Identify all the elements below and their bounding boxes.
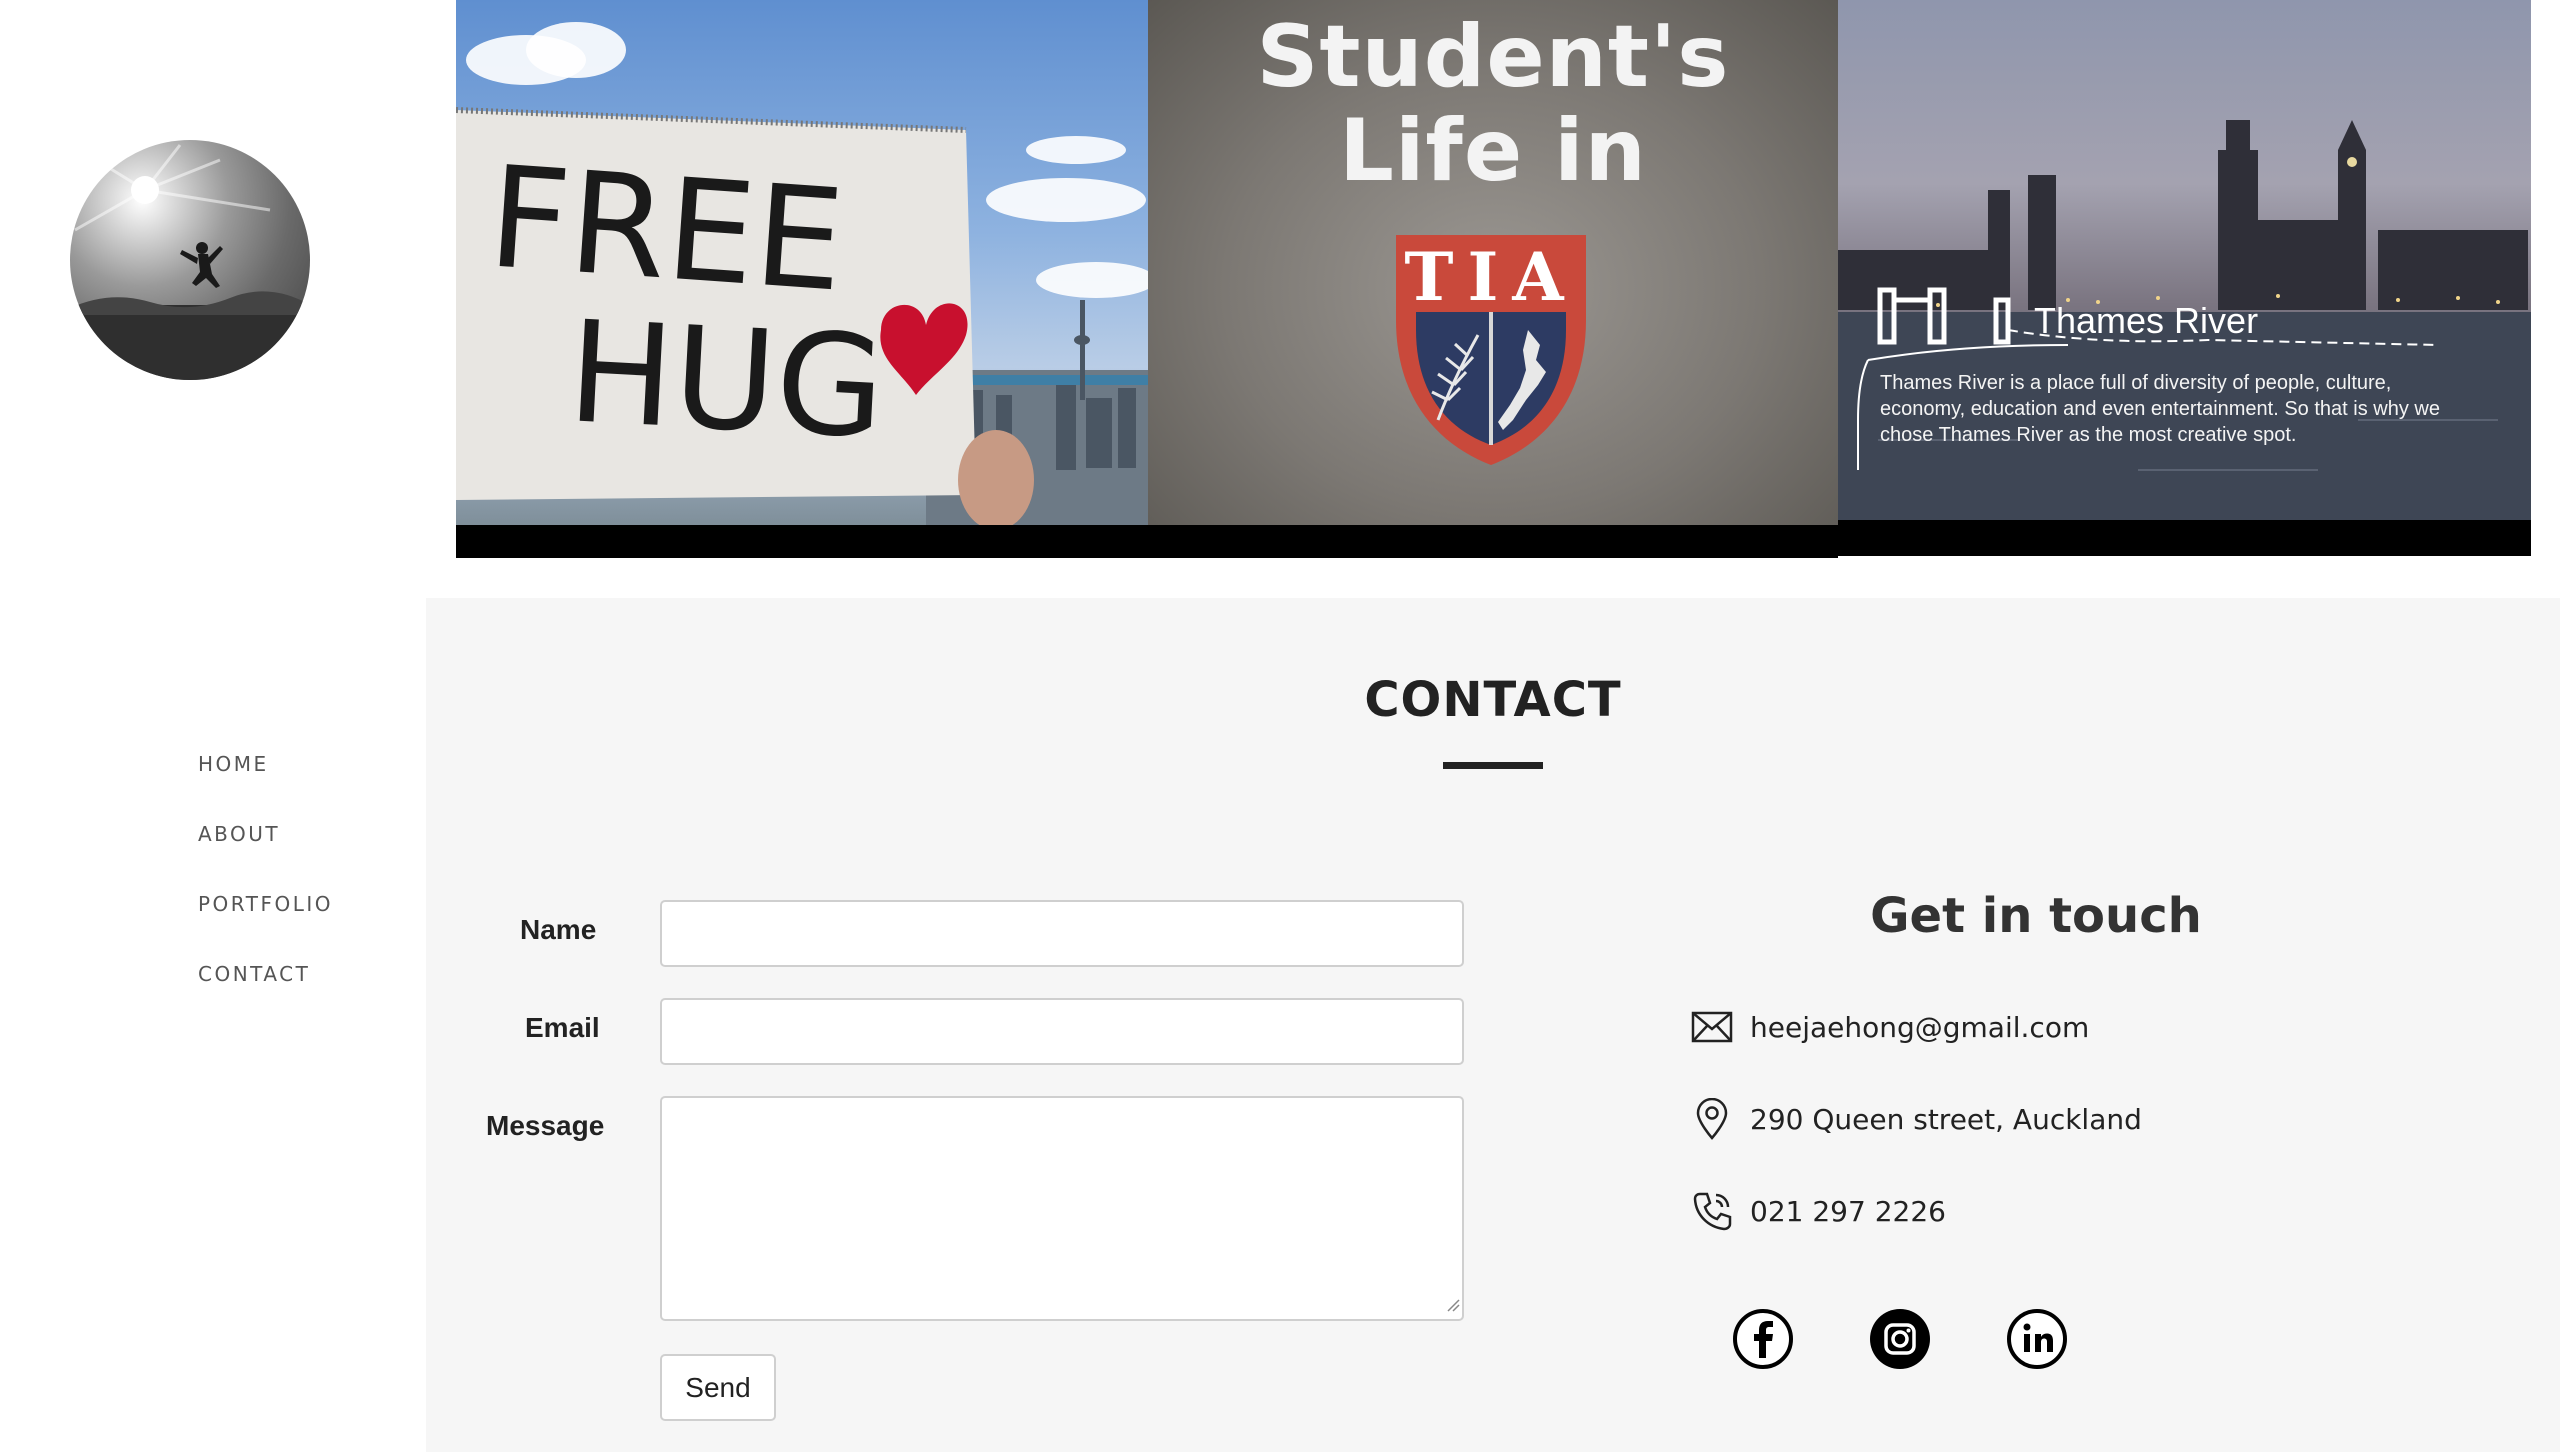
message-textarea[interactable]: [660, 1096, 1464, 1321]
portfolio-banner: FREE HUG Student's Life in TIA Thames Ri…: [456, 0, 2531, 558]
linkedin-icon[interactable]: [2006, 1308, 2068, 1370]
contact-phone-row: 021 297 2226: [1690, 1188, 1946, 1234]
facebook-icon[interactable]: [1732, 1308, 1794, 1370]
message-label: Message: [486, 1110, 605, 1141]
envelope-icon: [1690, 1005, 1734, 1049]
profile-avatar[interactable]: [70, 140, 310, 380]
contact-email[interactable]: heejaehong@gmail.com: [1750, 1011, 2089, 1044]
contact-email-row: heejaehong@gmail.com: [1690, 1004, 2089, 1050]
thames-river-title: Thames River: [2034, 300, 2259, 341]
contact-heading: CONTACT: [1364, 672, 1622, 728]
send-button[interactable]: Send: [660, 1354, 776, 1421]
nav-portfolio[interactable]: PORTFOLIO: [198, 892, 333, 916]
sidebar: HOME ABOUT PORTFOLIO CONTACT: [0, 0, 426, 1452]
heading-divider: [1443, 762, 1543, 769]
contact-section: CONTACT Name Email Message Send Get in t…: [426, 598, 2560, 1452]
nav-home[interactable]: HOME: [198, 752, 269, 776]
tia-crest: TIA: [1396, 235, 1586, 465]
sign-text-hug: HUG: [564, 291, 888, 470]
portfolio-tile-thames-river[interactable]: Thames River Thames River is a place ful…: [1838, 0, 2531, 525]
contact-address-row: 290 Queen street, Auckland: [1690, 1096, 2142, 1142]
email-label: Email: [525, 1012, 600, 1043]
banner-letterbox: [1838, 520, 2531, 556]
nav-contact[interactable]: CONTACT: [198, 962, 310, 986]
nav-about[interactable]: ABOUT: [198, 822, 280, 846]
main-nav: HOME ABOUT PORTFOLIO CONTACT: [198, 752, 333, 1032]
contact-address: 290 Queen street, Auckland: [1750, 1102, 2142, 1136]
name-input[interactable]: [660, 900, 1464, 967]
avatar-photo: [70, 144, 310, 380]
map-pin-icon: [1690, 1097, 1734, 1141]
phone-icon: [1690, 1189, 1734, 1233]
free-hug-image: FREE HUG: [456, 22, 1148, 525]
get-in-touch-heading: Get in touch: [1870, 888, 2202, 944]
crest-text: TIA: [1404, 238, 1577, 316]
banner-letterbox: [456, 525, 1838, 558]
contact-phone: 021 297 2226: [1750, 1194, 1946, 1228]
instagram-icon[interactable]: [1869, 1308, 1931, 1370]
name-label: Name: [520, 914, 597, 945]
resize-grip-icon[interactable]: [1446, 1298, 1460, 1312]
thames-river-description: Thames River is a place full of diversit…: [1880, 372, 2440, 446]
email-input[interactable]: [660, 998, 1464, 1065]
portfolio-tile-free-hug[interactable]: FREE HUG: [456, 0, 1148, 525]
portfolio-tile-students-life[interactable]: Student's Life in TIA: [1148, 0, 1838, 525]
